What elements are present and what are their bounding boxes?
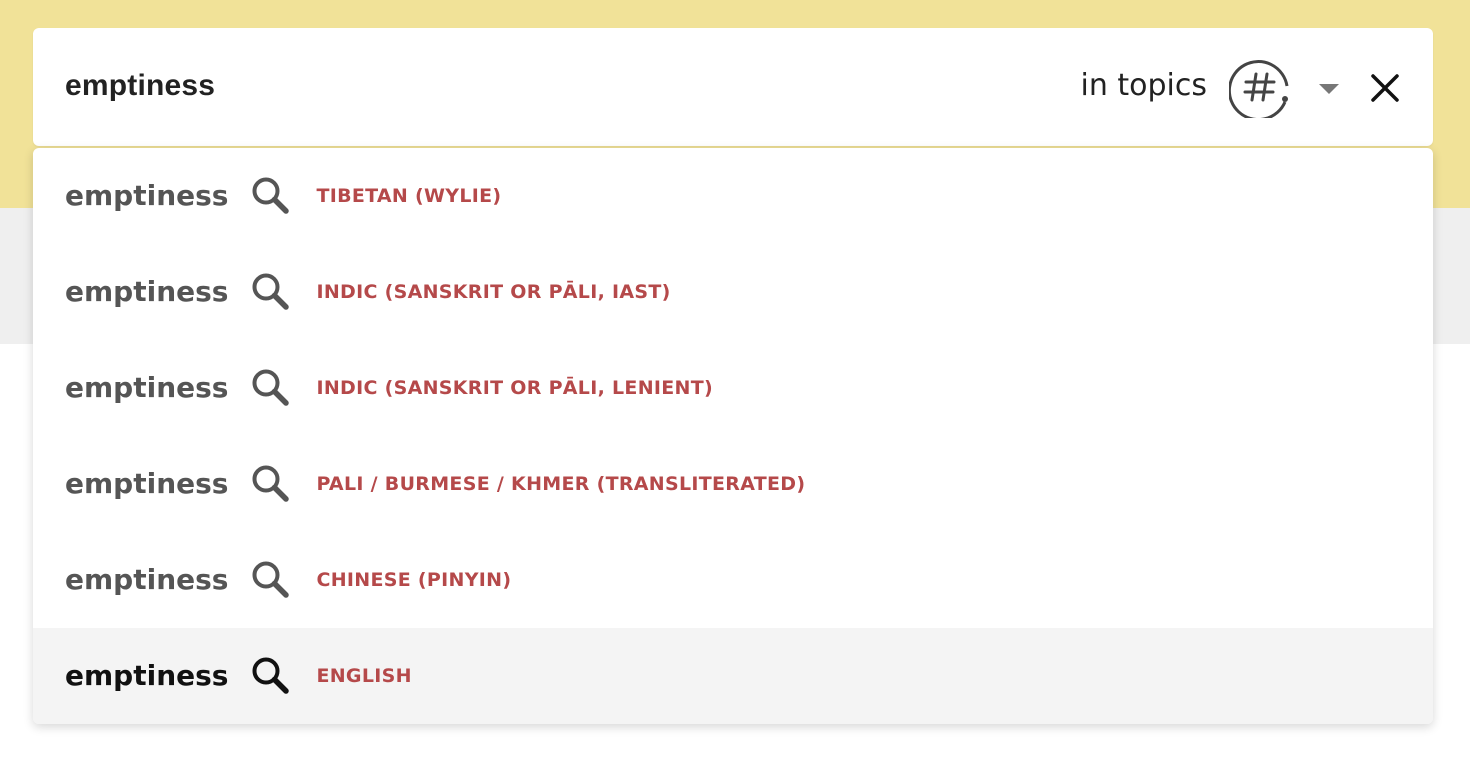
search-icon bbox=[252, 657, 290, 694]
suggestion-language: TIBETAN (WYLIE) bbox=[316, 185, 502, 207]
hashtag-topic-icon[interactable] bbox=[1229, 56, 1291, 118]
suggestion-term: emptiness bbox=[65, 371, 229, 404]
suggestion-dropdown: emptiness TIBETAN (WYLIE) emptiness INDI… bbox=[33, 148, 1433, 724]
suggestion-item-active[interactable]: emptiness ENGLISH bbox=[33, 628, 1433, 724]
suggestion-term: emptiness bbox=[65, 275, 229, 308]
suggestion-language: INDIC (SANSKRIT OR PĀLI, LENIENT) bbox=[316, 377, 713, 399]
search-icon bbox=[252, 561, 290, 598]
suggestion-item[interactable]: emptiness CHINESE (PINYIN) bbox=[33, 532, 1433, 628]
suggestion-term: emptiness bbox=[65, 467, 229, 500]
suggestion-language: INDIC (SANSKRIT OR PĀLI, IAST) bbox=[316, 281, 671, 303]
chevron-down-icon[interactable] bbox=[1318, 82, 1340, 96]
suggestion-language: ENGLISH bbox=[316, 665, 412, 687]
suggestion-language: CHINESE (PINYIN) bbox=[316, 569, 512, 591]
suggestion-language: PALI / BURMESE / KHMER (TRANSLITERATED) bbox=[316, 473, 806, 495]
suggestion-term: emptiness bbox=[65, 563, 229, 596]
search-icon bbox=[252, 273, 290, 310]
suggestion-item[interactable]: emptiness INDIC (SANSKRIT OR PĀLI, LENIE… bbox=[33, 340, 1433, 436]
search-bar: in topics bbox=[33, 28, 1433, 146]
suggestion-item[interactable]: emptiness INDIC (SANSKRIT OR PĀLI, IAST) bbox=[33, 244, 1433, 340]
suggestion-item[interactable]: emptiness PALI / BURMESE / KHMER (TRANSL… bbox=[33, 436, 1433, 532]
search-scope-label[interactable]: in topics bbox=[1080, 66, 1207, 106]
search-icon bbox=[252, 177, 290, 214]
close-icon[interactable] bbox=[1369, 72, 1401, 104]
search-icon bbox=[252, 369, 290, 406]
suggestion-item[interactable]: emptiness TIBETAN (WYLIE) bbox=[33, 148, 1433, 244]
suggestion-term: emptiness bbox=[65, 179, 229, 212]
search-input[interactable] bbox=[65, 66, 965, 106]
suggestion-term: emptiness bbox=[65, 659, 229, 692]
search-icon bbox=[252, 465, 290, 502]
